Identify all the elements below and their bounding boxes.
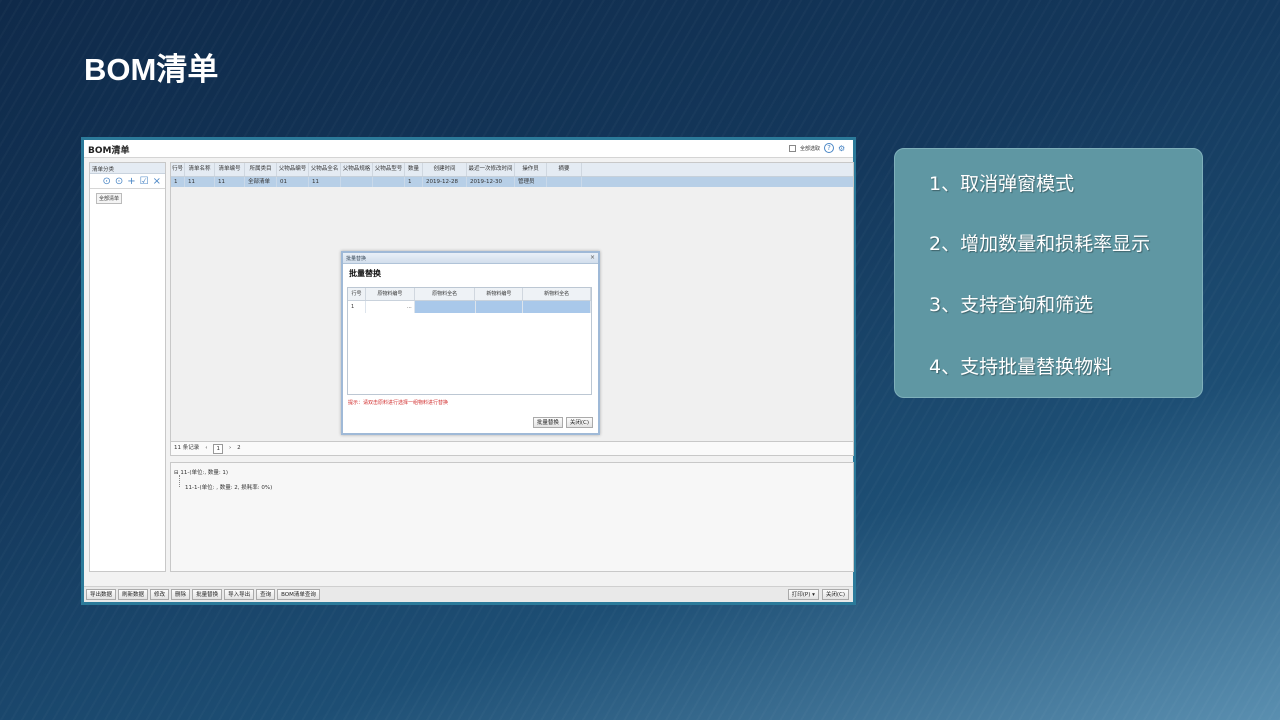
category-toolbar: ⊙ ⊙ + ☑ × <box>90 174 165 189</box>
category-panel: 清单分类 ⊙ ⊙ + ☑ × 全部清单 <box>89 162 166 572</box>
titlebar-tools: 全部选取 ? ⚙ <box>788 143 847 153</box>
app-window: BOM清单 全部选取 ? ⚙ 清单分类 ⊙ ⊙ + ☑ × 全部清单 行号 清单… <box>81 137 856 605</box>
batch-replace-toolbar-button[interactable]: 批量替换 <box>192 589 223 600</box>
col-header[interactable]: 行号 <box>171 163 185 176</box>
batch-replace-dialog: 批量替换 × 批量替换 行号 原物料编号 原物料全名 新物料编号 新物料全名 1… <box>341 251 600 435</box>
close-icon[interactable]: × <box>590 254 595 261</box>
record-count: 11 条记录 <box>174 445 200 451</box>
dialog-buttons: 批量替换 关闭(C) <box>532 417 593 428</box>
close-button[interactable]: 关闭(C) <box>565 417 593 428</box>
col-header[interactable]: 父物品全名 <box>309 163 341 176</box>
export-button[interactable]: 导出数据 <box>86 589 117 600</box>
col-header[interactable]: 清单编号 <box>215 163 245 176</box>
category-panel-header: 清单分类 <box>90 163 165 174</box>
category-all-item[interactable]: 全部清单 <box>96 193 123 204</box>
replace-table: 行号 原物料编号 原物料全名 新物料编号 新物料全名 1 ... <box>347 287 592 395</box>
cell: 11 <box>215 177 245 187</box>
import-export-button[interactable]: 导入导出 <box>224 589 255 600</box>
help-icon[interactable]: ? <box>824 143 834 153</box>
bottom-right-buttons: 打印(P) ▾ 关闭(C) <box>787 589 849 600</box>
col-header: 原物料编号 <box>366 288 415 300</box>
cell: 2019-12-30 <box>467 177 515 187</box>
bom-tree: ⊟ 11-(单位:, 数量: 1) 11-1-(单位: , 数量: 2, 损耗率… <box>170 462 854 572</box>
cell: 01 <box>277 177 309 187</box>
edit-icon[interactable]: ☑ <box>140 176 149 187</box>
col-header[interactable]: 父物品型号 <box>373 163 405 176</box>
window-title: BOM清单 <box>88 146 130 156</box>
cell: 管理员 <box>515 177 547 187</box>
refresh-button[interactable]: 刷新数据 <box>118 589 149 600</box>
col-header[interactable]: 最近一次修改时间 <box>467 163 515 176</box>
dialog-titlebar: 批量替换 × <box>343 253 598 264</box>
current-page-input[interactable]: 1 <box>213 443 223 454</box>
delete-icon[interactable]: × <box>153 176 161 187</box>
cell <box>373 177 405 187</box>
expand-icon[interactable]: ⊙ <box>102 176 110 187</box>
feature-item: 3、支持查询和筛选 <box>929 294 1094 316</box>
tree-connector <box>179 475 180 487</box>
cell: 全部清单 <box>245 177 277 187</box>
feature-panel: 1、取消弹窗模式 2、增加数量和损耗率显示 3、支持查询和筛选 4、支持批量替换… <box>894 148 1203 398</box>
grid-header: 行号 清单名称 清单编号 所属类目 父物品编号 父物品全名 父物品规格 父物品型… <box>171 163 853 177</box>
cell: 1 <box>348 301 366 313</box>
window-titlebar: BOM清单 全部选取 ? ⚙ <box>84 140 853 158</box>
next-page-button[interactable]: › <box>229 442 231 455</box>
col-header[interactable]: 父物品编号 <box>277 163 309 176</box>
dialog-heading: 批量替换 <box>349 269 381 278</box>
select-all-checkbox[interactable] <box>788 144 796 152</box>
feature-item: 2、增加数量和损耗率显示 <box>929 233 1151 255</box>
cell[interactable] <box>414 301 476 313</box>
select-all-label: 全部选取 <box>799 145 820 152</box>
cell <box>547 177 582 187</box>
batch-replace-button[interactable]: 批量替换 <box>532 417 563 428</box>
feature-item: 4、支持批量替换物料 <box>929 356 1113 378</box>
material-picker-cell[interactable]: ... <box>366 301 415 313</box>
tree-node-root[interactable]: ⊟ 11-(单位:, 数量: 1) <box>174 468 228 476</box>
settings-icon[interactable]: ⚙ <box>838 144 847 153</box>
col-header[interactable]: 创建时间 <box>423 163 467 176</box>
query-button[interactable]: 查询 <box>256 589 276 600</box>
cell: 11 <box>185 177 215 187</box>
slide-title: BOM清单 <box>84 52 219 87</box>
col-header[interactable]: 摘要 <box>547 163 582 176</box>
pager: 11 条记录 ‹ 1 › 2 <box>170 442 854 456</box>
bottom-toolbar: 导出数据 刷新数据 修改 删除 批量替换 导入导出 查询 BOM清单查询 打印(… <box>84 586 853 602</box>
col-header[interactable]: 父物品规格 <box>341 163 373 176</box>
cell[interactable] <box>523 301 592 313</box>
cell: 11 <box>309 177 341 187</box>
col-header[interactable]: 数量 <box>405 163 423 176</box>
col-header: 原物料全名 <box>415 288 476 300</box>
cell: 2019-12-28 <box>423 177 467 187</box>
edit-button[interactable]: 修改 <box>150 589 170 600</box>
tree-node-child[interactable]: 11-1-(单位: , 数量: 2, 损耗率: 0%) <box>185 483 272 491</box>
col-header: 新物料全名 <box>523 288 591 300</box>
col-header[interactable]: 清单名称 <box>185 163 215 176</box>
total-pages: 2 <box>237 445 241 451</box>
cell: 1 <box>405 177 423 187</box>
col-header[interactable]: 操作员 <box>515 163 547 176</box>
dialog-hint: 提示：请双击原料进行选择一组物料进行替换 <box>348 400 449 406</box>
col-header: 行号 <box>348 288 366 300</box>
replace-table-header: 行号 原物料编号 原物料全名 新物料编号 新物料全名 <box>348 288 591 301</box>
bottom-left-buttons: 导出数据 刷新数据 修改 删除 批量替换 导入导出 查询 BOM清单查询 <box>86 589 320 600</box>
bom-query-button[interactable]: BOM清单查询 <box>277 589 320 600</box>
feature-item: 1、取消弹窗模式 <box>929 173 1075 195</box>
print-button[interactable]: 打印(P) ▾ <box>787 589 819 600</box>
col-header: 新物料编号 <box>475 288 524 300</box>
prev-page-button[interactable]: ‹ <box>205 442 207 455</box>
collapse-icon[interactable]: ⊙ <box>115 176 123 187</box>
dialog-title: 批量替换 <box>346 256 367 262</box>
close-window-button[interactable]: 关闭(C) <box>821 589 849 600</box>
table-row[interactable]: 1 ... <box>348 301 592 313</box>
cell: 1 <box>171 177 185 187</box>
cell <box>341 177 373 187</box>
table-row[interactable]: 1 11 11 全部清单 01 11 1 2019-12-28 2019-12-… <box>171 177 853 187</box>
col-header[interactable]: 所属类目 <box>245 163 277 176</box>
cell[interactable] <box>475 301 524 313</box>
add-icon[interactable]: + <box>127 176 135 187</box>
delete-button[interactable]: 删除 <box>171 589 191 600</box>
